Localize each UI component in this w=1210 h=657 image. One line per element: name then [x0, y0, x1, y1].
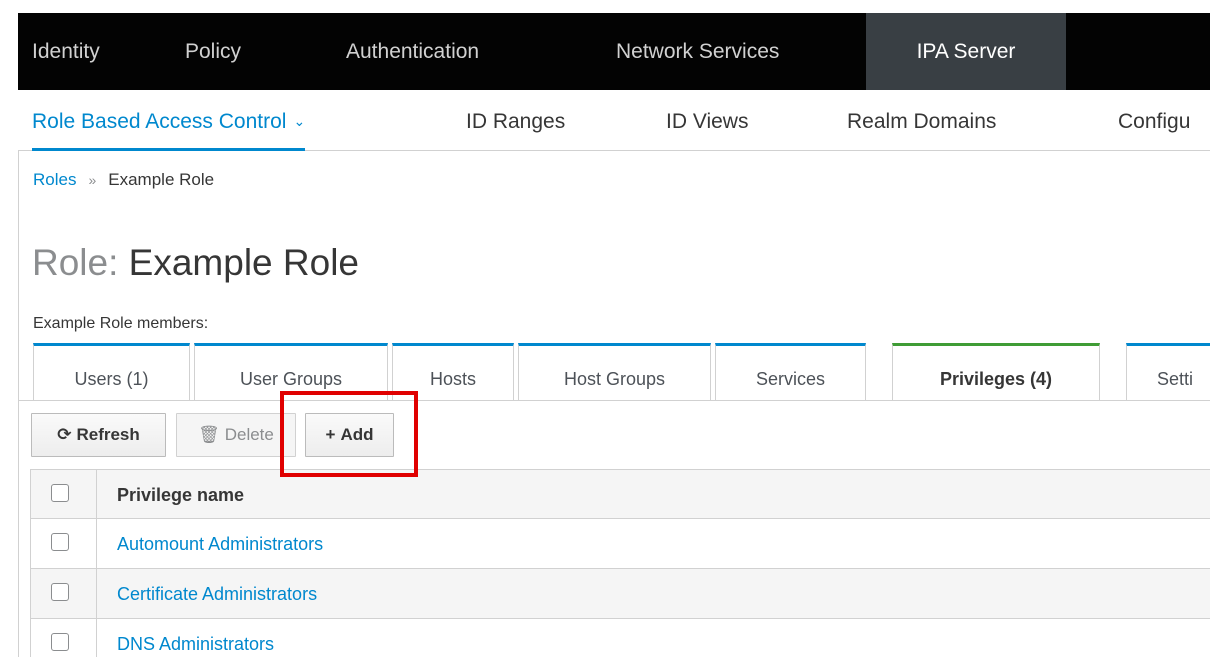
tab-users[interactable]: Users (1) — [33, 343, 190, 401]
top-nav-identity[interactable]: Identity — [32, 13, 100, 90]
row-checkbox[interactable] — [51, 583, 69, 601]
breadcrumb-current: Example Role — [108, 170, 215, 189]
privilege-link[interactable]: Certificate Administrators — [117, 584, 317, 604]
table-header-row: Privilege name — [30, 469, 1210, 519]
privilege-name-cell: Certificate Administrators — [117, 569, 317, 618]
tab-host-groups[interactable]: Host Groups — [518, 343, 711, 401]
breadcrumb-roles-link[interactable]: Roles — [33, 170, 76, 189]
header-check-cell — [31, 470, 97, 518]
refresh-button-label: Refresh — [76, 425, 140, 444]
app-window: Identity Policy Authentication Network S… — [0, 0, 1210, 657]
top-nav-network-services[interactable]: Network Services — [616, 13, 779, 90]
subnav-role-based-access-control[interactable]: Role Based Access Control ⌄ — [32, 90, 306, 151]
breadcrumb-separator: » — [88, 172, 97, 188]
trash-icon: 🗑 — [198, 425, 220, 444]
row-checkbox[interactable] — [51, 533, 69, 551]
chevron-down-icon: ⌄ — [293, 113, 306, 129]
page-title-prefix: Role: — [32, 242, 119, 283]
top-nav-ipa-server[interactable]: IPA Server — [866, 13, 1066, 90]
secondary-navigation: Role Based Access Control ⌄ ID Ranges ID … — [18, 90, 1210, 151]
row-check-cell — [31, 569, 97, 618]
privilege-name-cell: Automount Administrators — [117, 519, 323, 568]
top-nav-policy[interactable]: Policy — [185, 13, 241, 90]
subnav-id-ranges[interactable]: ID Ranges — [466, 90, 565, 150]
subnav-role-based-access-control-label: Role Based Access Control — [32, 110, 287, 133]
privilege-name-cell: DNS Administrators — [117, 619, 274, 657]
breadcrumb: Roles » Example Role — [33, 170, 214, 190]
row-checkbox[interactable] — [51, 633, 69, 651]
table-row: DNS Administrators — [30, 619, 1210, 657]
select-all-checkbox[interactable] — [51, 484, 69, 502]
row-check-cell — [31, 519, 97, 568]
add-button-highlight — [280, 391, 418, 477]
table-row: Automount Administrators — [30, 519, 1210, 569]
members-label: Example Role members: — [33, 315, 209, 332]
column-header-privilege-name[interactable]: Privilege name — [117, 470, 244, 518]
row-check-cell — [31, 619, 97, 657]
top-navigation: Identity Policy Authentication Network S… — [18, 13, 1210, 90]
page-title-text: Example Role — [128, 242, 360, 283]
content-left-border — [18, 150, 19, 657]
delete-button[interactable]: 🗑 Delete — [176, 413, 296, 457]
privilege-link[interactable]: Automount Administrators — [117, 534, 323, 554]
tab-settings[interactable]: Setti — [1126, 343, 1210, 401]
tabs-divider — [18, 400, 1210, 401]
subnav-configuration[interactable]: Configu — [1118, 90, 1190, 150]
tab-services[interactable]: Services — [715, 343, 866, 401]
tab-privileges[interactable]: Privileges (4) — [892, 343, 1100, 401]
refresh-icon: ⟳ — [57, 425, 72, 444]
privilege-link[interactable]: DNS Administrators — [117, 634, 274, 654]
refresh-button[interactable]: ⟳ Refresh — [31, 413, 166, 457]
subnav-id-views[interactable]: ID Views — [666, 90, 748, 150]
delete-button-label: Delete — [224, 425, 274, 444]
subnav-realm-domains[interactable]: Realm Domains — [847, 90, 996, 150]
page-title: Role: Example Role — [32, 242, 359, 284]
table-row: Certificate Administrators — [30, 569, 1210, 619]
top-nav-authentication[interactable]: Authentication — [346, 13, 479, 90]
